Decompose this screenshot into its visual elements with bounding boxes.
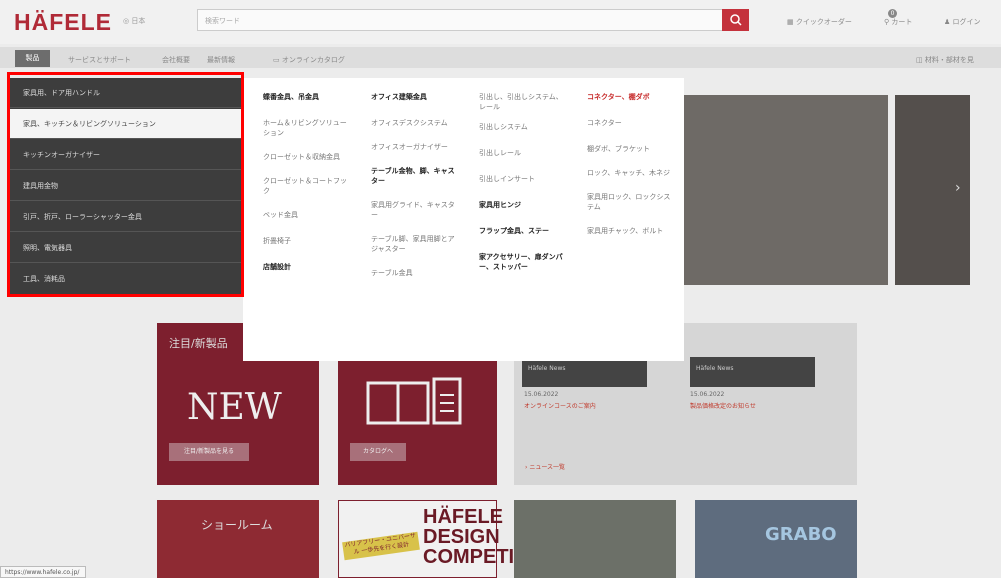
search-placeholder: 検索ワード	[205, 17, 240, 25]
menu-item[interactable]: クローゼット＆コートフック	[263, 176, 347, 196]
menu-item[interactable]: テーブル金物、脚、キャスター	[371, 166, 461, 186]
menu-item[interactable]: フラップ金具、ステー	[479, 226, 569, 236]
menu-item[interactable]: オフィス建築金具	[371, 92, 461, 102]
menu-item[interactable]: 家具用ヒンジ	[479, 200, 569, 210]
news-link-1[interactable]: オンラインコースのご案内	[524, 401, 596, 410]
menu-item[interactable]: ベッド金具	[263, 210, 347, 220]
hafele-logo[interactable]: HÄFELE	[14, 9, 112, 36]
new-products-heading: NEW	[187, 387, 282, 428]
main-nav	[0, 47, 1001, 68]
nav-tab-company[interactable]: 会社概要	[162, 55, 190, 65]
language-selector[interactable]: ◎ 日本	[123, 16, 145, 26]
menu-column-1: 蝶番金具、吊金具 ホーム＆リビングソリューション クローゼット＆収納金具 クロー…	[263, 92, 347, 272]
new-products-button[interactable]: 注目/新製品を見る	[169, 443, 249, 461]
news-date-1: 15.06.2022	[524, 391, 559, 398]
nav-materials-link[interactable]: ◫ 材料・部材を見	[916, 55, 974, 65]
news-date-2: 15.06.2022	[690, 391, 725, 398]
menu-item[interactable]: ロック、キャッチ、木ネジ	[587, 168, 677, 178]
login-label: ログイン	[952, 18, 981, 26]
menu-item[interactable]: 折畳椅子	[263, 236, 347, 246]
menu-item[interactable]: 引出しレール	[479, 148, 569, 158]
grabo-label: GRABO	[765, 524, 837, 545]
news-link-2[interactable]: 製品価格改定のお知らせ	[690, 401, 756, 410]
new-products-title: 注目/新製品	[169, 337, 228, 350]
menu-item[interactable]: テーブル金具	[371, 268, 461, 278]
news-more-link[interactable]: › ニュース一覧	[525, 462, 565, 471]
language-label: 日本	[131, 17, 146, 25]
search-input[interactable]: 検索ワード	[197, 9, 724, 31]
highlight-box	[7, 72, 244, 297]
catalog-icon: ▭	[273, 56, 280, 64]
menu-item[interactable]: 家アクセサリー、扉ダンパー、ストッパー	[479, 252, 569, 272]
menu-item[interactable]: 店舗設計	[263, 262, 347, 272]
menu-item[interactable]: 家具用ロック、ロックシステム	[587, 192, 677, 212]
cart-label: カート	[891, 18, 913, 26]
menu-column-2: オフィス建築金具 オフィスデスクシステム オフィスオーガナイザー テーブル金物、…	[371, 92, 461, 278]
menu-item[interactable]: ホーム＆リビングソリューション	[263, 118, 347, 138]
menu-item[interactable]: クローゼット＆収納金具	[263, 152, 347, 162]
news-label-2: Häfele News	[696, 365, 734, 372]
online-catalog-label: オンラインカタログ	[281, 56, 345, 64]
menu-item[interactable]: 引出しシステム	[479, 122, 569, 132]
user-icon: ♟	[944, 18, 951, 26]
nav-tab-service[interactable]: サービスとサポート	[68, 55, 131, 65]
menu-item[interactable]: オフィスオーガナイザー	[371, 142, 461, 152]
design-banner: バリアフリー・ユニバーサル 一歩先を行く設計	[342, 531, 420, 561]
cart-link[interactable]: ⚲ カート	[884, 17, 912, 27]
showroom-label: ショールーム	[201, 518, 273, 532]
catalog-book-icon	[366, 377, 462, 425]
menu-column-4: コネクター、棚ダボ コネクター 棚ダボ、ブラケット ロック、キャッチ、木ネジ 家…	[587, 92, 677, 236]
search-button[interactable]	[722, 9, 749, 31]
menu-item[interactable]: 引出しインサート	[479, 174, 569, 184]
menu-item[interactable]: 家具用グライド、キャスター	[371, 200, 461, 220]
menu-item[interactable]: オフィスデスクシステム	[371, 118, 461, 128]
news-more-label: ニュース一覧	[529, 464, 566, 471]
chevron-right-icon[interactable]: ›	[955, 180, 961, 196]
materials-label: 材料・部材を見	[924, 56, 974, 64]
tool-case-tile[interactable]	[514, 500, 676, 578]
search-icon	[730, 14, 742, 26]
products-mega-menu: 蝶番金具、吊金具 ホーム＆リビングソリューション クローゼット＆収納金具 クロー…	[243, 78, 684, 361]
quick-order-icon: ▦	[787, 18, 794, 26]
quick-order-link[interactable]: ▦ クイックオーダー	[787, 17, 852, 27]
news-label-1: Häfele News	[528, 365, 566, 372]
catalog-button[interactable]: カタログへ	[350, 443, 406, 461]
nav-tab-news[interactable]: 最新情報	[207, 55, 235, 65]
menu-item[interactable]: 家具用チャック、ボルト	[587, 226, 677, 236]
status-bar-url: https://www.hafele.co.jp/	[0, 566, 86, 578]
news-image-1[interactable]: Häfele News	[522, 357, 647, 387]
materials-icon: ◫	[916, 56, 923, 64]
menu-column-3: 引出し、引出しシステム、レール 引出しシステム 引出しレール 引出しインサート …	[479, 92, 569, 272]
menu-item[interactable]: 棚ダボ、ブラケット	[587, 144, 677, 154]
login-link[interactable]: ♟ ログイン	[944, 17, 981, 27]
menu-item[interactable]: 引出し、引出しシステム、レール	[479, 92, 569, 112]
nav-tab-online-catalog[interactable]: ▭ オンラインカタログ	[273, 55, 345, 65]
news-image-2[interactable]: Häfele News	[690, 357, 815, 387]
design-competition-tile[interactable]: バリアフリー・ユニバーサル 一歩先を行く設計 HÄFELE DESIGN COM…	[338, 500, 562, 578]
showroom-tile[interactable]: ショールーム	[157, 500, 319, 578]
menu-item[interactable]: コネクター、棚ダボ	[587, 92, 677, 102]
menu-item[interactable]: コネクター	[587, 118, 677, 128]
menu-item[interactable]: 蝶番金具、吊金具	[263, 92, 347, 102]
grabo-tile[interactable]: GRABO	[695, 500, 857, 578]
quick-order-label: クイックオーダー	[795, 18, 852, 26]
nav-tab-products[interactable]: 製品	[15, 50, 50, 67]
menu-item[interactable]: テーブル脚、家具用脚とアジャスター	[371, 234, 461, 254]
cart-icon: ⚲	[884, 18, 890, 26]
